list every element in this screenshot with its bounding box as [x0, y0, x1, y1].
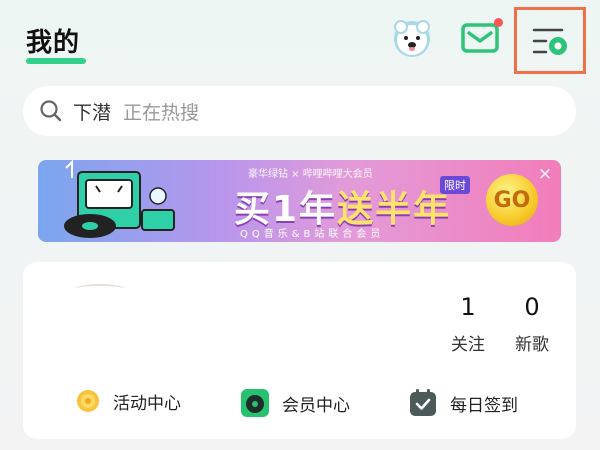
title-underline [26, 58, 86, 64]
mail-icon [461, 23, 499, 53]
member-center-link[interactable]: 会员中心 [240, 388, 350, 418]
coin-icon [77, 390, 99, 412]
bear-icon [394, 20, 430, 57]
profile-card: 1 关注 0 新歌 活动中心 会员中心 每日签到 [23, 262, 576, 439]
new-songs-stat[interactable]: 0 新歌 [507, 292, 557, 355]
calendar-check-icon [410, 389, 436, 416]
page-title: 我的 [26, 28, 81, 58]
notification-dot [494, 18, 503, 27]
search-hint: 正在热搜 [123, 101, 200, 124]
banner-headline-part1: 买1年 [234, 189, 338, 230]
message-button[interactable] [457, 18, 503, 58]
avatar[interactable] [75, 284, 125, 294]
following-label: 关注 [451, 335, 485, 355]
go-button[interactable]: GO [486, 174, 538, 226]
menu-settings-icon [532, 28, 567, 55]
search-query: 下潜 [73, 101, 112, 124]
vinyl-icon [241, 389, 269, 417]
promo-banner[interactable]: 豪华绿钻 × 哔哩哔哩大会员 买1年送半年 限时 QQ音乐&B站联合会员 GO … [38, 160, 561, 242]
activity-center-label: 活动中心 [113, 393, 181, 414]
turntable-illustration [64, 160, 175, 238]
search-icon [40, 100, 62, 122]
menu-button[interactable] [514, 7, 586, 74]
limited-time-tag: 限时 [440, 176, 470, 194]
activity-center-link[interactable]: 活动中心 [75, 388, 181, 414]
banner-subtitle: QQ音乐&B站联合会员 [240, 229, 385, 240]
new-songs-label: 新歌 [515, 335, 549, 355]
following-stat[interactable]: 1 关注 [443, 292, 493, 355]
banner-brand-line: 豪华绿钻 × 哔哩哔哩大会员 [248, 169, 373, 180]
member-center-label: 会员中心 [282, 395, 350, 416]
daily-checkin-link[interactable]: 每日签到 [408, 388, 518, 418]
daily-checkin-label: 每日签到 [450, 395, 518, 416]
banner-close-button[interactable]: × [535, 164, 555, 184]
bear-avatar-button[interactable] [389, 18, 435, 58]
new-songs-count: 0 [524, 293, 540, 321]
search-bar[interactable]: 下潜 正在热搜 [23, 86, 576, 136]
following-count: 1 [460, 293, 476, 321]
banner-headline-part2: 送半年 [337, 189, 452, 230]
